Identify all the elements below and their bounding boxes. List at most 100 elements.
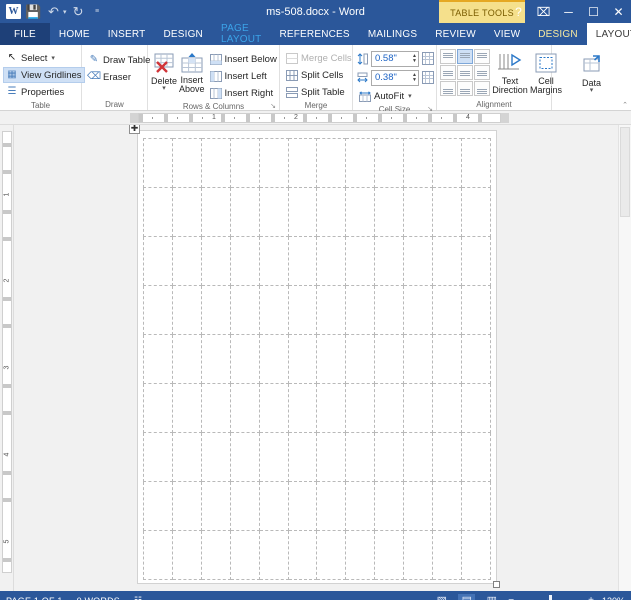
table-cell[interactable] [404,188,433,237]
tab-page-layout[interactable]: PAGE LAYOUT [212,23,270,45]
table-cell[interactable] [144,482,173,531]
table-cell[interactable] [375,237,404,286]
table-cell[interactable] [375,188,404,237]
table-cell[interactable] [375,433,404,482]
rows-columns-dialog-launcher[interactable]: ↘ [270,102,276,110]
table-cell[interactable] [433,482,462,531]
distribute-rows-icon[interactable] [422,53,434,65]
autofit-dropdown-icon[interactable]: ▾ [408,92,412,100]
table-cell[interactable] [201,482,230,531]
insert-right-button[interactable]: Insert Right [207,85,280,101]
table-cell[interactable] [461,384,490,433]
table-cell[interactable] [144,188,173,237]
table-cell[interactable] [230,286,259,335]
table-cell[interactable] [461,482,490,531]
table-cell[interactable] [346,286,375,335]
table-cell[interactable] [317,286,346,335]
table-cell[interactable] [172,335,201,384]
table-row[interactable] [144,482,491,531]
table-cell[interactable] [288,139,317,188]
table-cell[interactable] [201,433,230,482]
table-cell[interactable] [259,188,288,237]
ribbon-display-options-icon[interactable]: ⌧ [531,0,556,23]
table-cell[interactable] [288,482,317,531]
table-cell[interactable] [144,286,173,335]
table-cell[interactable] [144,384,173,433]
table-cell[interactable] [404,531,433,580]
table-cell[interactable] [259,286,288,335]
word-table[interactable] [143,138,491,580]
table-cell[interactable] [461,433,490,482]
table-cell[interactable] [288,384,317,433]
table-cell[interactable] [201,139,230,188]
table-cell[interactable] [404,286,433,335]
zoom-level[interactable]: 130% [602,596,625,600]
table-cell[interactable] [317,335,346,384]
table-cell[interactable] [144,139,173,188]
table-cell[interactable] [404,433,433,482]
table-cell[interactable] [433,286,462,335]
table-row[interactable] [144,237,491,286]
table-cell[interactable] [404,482,433,531]
table-cell[interactable] [375,286,404,335]
close-icon[interactable]: ✕ [606,0,631,23]
table-cell[interactable] [201,384,230,433]
align-center-button[interactable] [457,65,473,80]
table-cell[interactable] [461,139,490,188]
tab-references[interactable]: REFERENCES [270,23,358,45]
table-cell[interactable] [433,384,462,433]
table-cell[interactable] [259,335,288,384]
zoom-in-button[interactable]: + [588,595,594,600]
table-cell[interactable] [433,237,462,286]
table-cell[interactable] [230,188,259,237]
vertical-ruler[interactable]: 1 2 3 4 5 [0,125,14,591]
table-row[interactable] [144,286,491,335]
table-cell[interactable] [230,482,259,531]
table-cell[interactable] [288,531,317,580]
select-button[interactable]: ↖ Select ▾ [3,50,85,66]
table-row-height-input[interactable]: 0.58" ▲▼ [371,51,419,67]
table-cell[interactable] [288,286,317,335]
table-cell[interactable] [201,237,230,286]
table-cell[interactable] [433,531,462,580]
save-icon[interactable]: 💾 [25,3,42,20]
table-row[interactable] [144,384,491,433]
table-row[interactable] [144,433,491,482]
table-cell[interactable] [230,433,259,482]
table-row[interactable] [144,139,491,188]
table-cell[interactable] [433,188,462,237]
table-cell[interactable] [172,286,201,335]
table-cell[interactable] [461,531,490,580]
view-gridlines-button[interactable]: ▦ View Gridlines [3,67,85,83]
tab-file[interactable]: FILE [0,23,50,45]
help-icon[interactable]: ? [506,0,531,23]
table-cell[interactable] [461,188,490,237]
tab-review[interactable]: REVIEW [426,23,485,45]
zoom-slider[interactable]: − + [508,595,594,600]
table-cell[interactable] [230,531,259,580]
customize-quick-access-icon[interactable]: ≡ [90,3,107,20]
table-cell[interactable] [172,531,201,580]
tab-table-design[interactable]: DESIGN [529,23,587,45]
minimize-icon[interactable]: ─ [556,0,581,23]
table-cell[interactable] [201,335,230,384]
table-cell[interactable] [375,384,404,433]
align-top-right-button[interactable] [474,49,490,64]
table-cell[interactable] [461,237,490,286]
insert-below-button[interactable]: Insert Below [207,51,280,67]
align-top-left-button[interactable] [440,49,456,64]
document-canvas[interactable]: 1 2 3 4 5 ✚ [0,125,631,591]
tab-table-layout[interactable]: LAYOUT [587,23,631,45]
data-button[interactable]: Data ▾ [575,50,609,94]
distribute-columns-icon[interactable] [422,72,434,84]
table-cell[interactable] [201,286,230,335]
table-cell[interactable] [259,237,288,286]
row-height-spinner[interactable]: ▲▼ [409,52,417,66]
zoom-knob[interactable] [549,595,552,600]
table-row[interactable] [144,188,491,237]
align-center-left-button[interactable] [440,65,456,80]
table-cell[interactable] [317,237,346,286]
split-table-button[interactable]: Split Table [283,84,355,100]
table-cell[interactable] [288,188,317,237]
table-cell[interactable] [346,335,375,384]
